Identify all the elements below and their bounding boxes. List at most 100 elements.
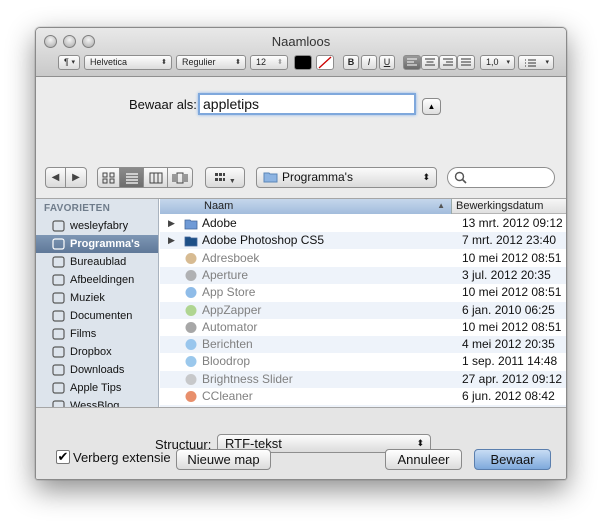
location-popup[interactable]: Programma's ⬍ [256, 167, 437, 188]
sidebar-item[interactable]: wesleyfabry [36, 217, 158, 235]
font-style-label: Regulier [182, 57, 216, 67]
sidebar: FAVORIETEN wesleyfabry Programma's Bureaub… [36, 199, 159, 407]
sidebar-item[interactable]: Afbeeldingen [36, 271, 158, 289]
sidebar-item-label: Films [70, 328, 97, 340]
bloodrop-icon [184, 355, 197, 368]
sidebar-item[interactable]: Muziek [36, 289, 158, 307]
file-row[interactable]: Bloodrop 1 sep. 2011 14:48 [160, 353, 566, 370]
justify-icon [461, 58, 471, 66]
file-row[interactable]: ▶ Adobe Photoshop CS5 7 mrt. 2012 23:40 [160, 232, 566, 250]
text-color-well[interactable] [294, 55, 312, 70]
file-date: 1 sep. 2011 14:48 [462, 354, 558, 369]
paragraph-label: ¶ [64, 57, 69, 67]
search-field[interactable] [447, 167, 555, 188]
folder-icon [52, 382, 65, 394]
sidebar-item-label: Apple Tips [70, 382, 122, 394]
cancel-button[interactable]: Annuleer [385, 449, 462, 470]
align-center-button[interactable] [421, 55, 439, 70]
file-row[interactable]: Aperture 3 jul. 2012 20:35 [160, 266, 566, 284]
bold-button[interactable]: B [343, 55, 359, 70]
messages-icon [184, 338, 197, 351]
highlight-color-well[interactable] [316, 55, 334, 70]
file-date: 4 mei 2012 20:35 [462, 337, 555, 352]
collapse-dialog-button[interactable]: ▲ [422, 98, 441, 115]
save-button[interactable]: Bewaar [474, 449, 551, 470]
home-icon [52, 220, 65, 232]
justify-button[interactable] [457, 55, 475, 70]
paragraph-style-popup[interactable]: ¶ ▾ [58, 55, 80, 70]
file-row[interactable]: CCleaner 6 jun. 2012 08:42 [160, 388, 566, 405]
file-date: 10 mei 2012 08:51 [462, 319, 562, 334]
back-button[interactable]: ◀ [45, 167, 66, 188]
font-style-popup[interactable]: Regulier ⬍ [176, 55, 246, 70]
underline-button[interactable]: U [379, 55, 395, 70]
file-row[interactable]: Adresboek 10 mei 2012 08:51 [160, 250, 566, 267]
file-name: Automator [202, 319, 258, 334]
chevron-up-icon: ▲ [427, 102, 436, 111]
align-left-button[interactable] [403, 55, 421, 70]
disclosure-triangle-icon[interactable]: ▶ [168, 215, 175, 232]
font-size-field[interactable]: 12 ⬍ [250, 55, 288, 70]
file-name: Adobe Photoshop CS5 [202, 233, 325, 248]
list-style-popup[interactable]: ▾ [518, 55, 554, 70]
sidebar-item[interactable]: WessBlog [36, 397, 158, 407]
location-label: Programma's [282, 170, 353, 184]
font-family-popup[interactable]: Helvetica ⬍ [84, 55, 172, 70]
cover-flow-button[interactable] [168, 167, 193, 188]
file-row[interactable]: Brightness Slider 27 apr. 2012 09:12 [160, 370, 566, 388]
forward-button[interactable]: ▶ [66, 167, 87, 188]
desktop-icon [52, 256, 65, 268]
sidebar-item[interactable]: Bureaublad [36, 253, 158, 271]
sidebar-item-label: Muziek [70, 292, 105, 304]
italic-button[interactable]: I [361, 55, 377, 70]
download-icon [52, 364, 65, 376]
hide-extension-checkbox[interactable]: ✔ [56, 450, 70, 464]
file-name: AppZapper [202, 302, 262, 317]
brightness-icon [184, 373, 197, 386]
file-name: Adresboek [202, 250, 260, 265]
icon-view-button[interactable] [97, 167, 120, 188]
music-icon [52, 292, 65, 304]
sidebar-item[interactable]: Films [36, 325, 158, 343]
file-date: 10 mei 2012 08:51 [462, 285, 562, 300]
document-icon [52, 310, 65, 322]
sidebar-item-label: Afbeeldingen [70, 274, 135, 286]
arrange-popup[interactable]: ▼ [205, 167, 245, 188]
sidebar-item[interactable]: Downloads [36, 361, 158, 379]
sidebar-item[interactable]: Documenten [36, 307, 158, 325]
checkmark-icon: ✔ [57, 449, 69, 464]
file-row[interactable]: Automator 10 mei 2012 08:51 [160, 319, 566, 336]
line-spacing-popup[interactable]: 1,0 ▾ [480, 55, 515, 70]
sidebar-item[interactable]: Apple Tips [36, 379, 158, 397]
new-folder-button[interactable]: Nieuwe map [176, 449, 271, 470]
column-header-name[interactable]: Naam ▲ [160, 199, 452, 214]
file-row[interactable]: ▶ Adobe 13 mrt. 2012 09:12 [160, 215, 566, 232]
sidebar-item-label: Downloads [70, 364, 125, 376]
applications-icon [52, 238, 65, 250]
file-row[interactable]: App Store 10 mei 2012 08:51 [160, 284, 566, 301]
align-center-icon [425, 58, 435, 66]
file-name: Adobe [202, 216, 237, 230]
list-view-button[interactable] [120, 167, 144, 188]
column-view-button[interactable] [144, 167, 168, 188]
chevron-left-icon: ◀ [51, 172, 60, 183]
save-as-field[interactable]: appletips [198, 93, 416, 115]
camera-icon [52, 274, 65, 286]
sidebar-item[interactable]: Dropbox [36, 343, 158, 361]
folder-icon [184, 217, 198, 230]
sidebar-item-label: Bureaublad [70, 256, 127, 268]
file-name: Berichten [202, 337, 253, 352]
save-dialog-window: Naamloos ¶ ▾ Helvetica ⬍ Regulier ⬍ 12 ⬍ B I… [35, 27, 567, 480]
column-header-date[interactable]: Bewerkingsdatum [456, 199, 543, 213]
aperture-icon [184, 269, 197, 282]
hide-extension-label: Verberg extensie [73, 450, 171, 465]
title-bar: Naamloos ¶ ▾ Helvetica ⬍ Regulier ⬍ 12 ⬍ B I… [36, 28, 566, 77]
file-row[interactable]: Berichten 4 mei 2012 20:35 [160, 336, 566, 354]
list-bullets-icon [525, 59, 536, 67]
align-left-icon [407, 58, 417, 66]
file-row[interactable]: AppZapper 6 jan. 2010 06:25 [160, 301, 566, 319]
align-right-button[interactable] [439, 55, 457, 70]
disclosure-triangle-icon[interactable]: ▶ [168, 232, 175, 249]
sidebar-item[interactable]: Programma's [36, 235, 158, 253]
file-name: Aperture [202, 267, 249, 282]
